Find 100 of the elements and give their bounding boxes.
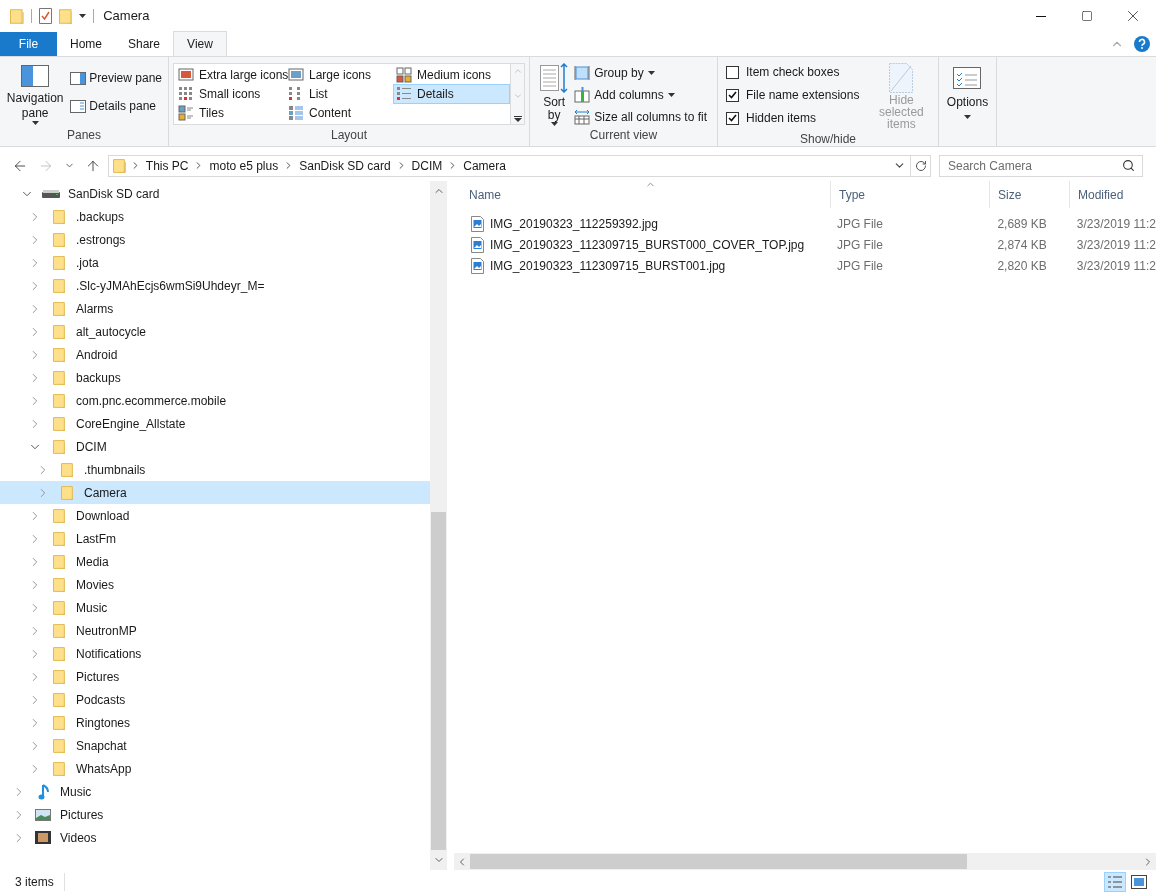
checkbox[interactable] bbox=[726, 111, 739, 125]
breadcrumb[interactable]: Camera bbox=[462, 156, 507, 175]
layout-option[interactable]: Small icons bbox=[175, 84, 285, 104]
file-modified-cell-text: 3/23/2019 11:2 bbox=[1075, 236, 1156, 254]
checkbox-option[interactable]: File name extensions bbox=[726, 86, 860, 104]
ribbon-tab[interactable]: View bbox=[173, 31, 227, 56]
fit-columns-icon bbox=[574, 109, 591, 125]
tree-item[interactable]: Snapchat bbox=[0, 734, 430, 757]
tree-item-label: Music bbox=[60, 783, 92, 801]
column-header[interactable]: Type bbox=[830, 181, 989, 208]
tree-item[interactable]: Podcasts bbox=[0, 688, 430, 711]
tree-item[interactable]: Download bbox=[0, 504, 430, 527]
properties-icon[interactable] bbox=[38, 8, 52, 24]
tree-item[interactable]: Movies bbox=[0, 573, 430, 596]
view-icon bbox=[178, 105, 194, 122]
breadcrumb[interactable]: moto e5 plus bbox=[208, 156, 280, 175]
column-header[interactable]: Size bbox=[989, 181, 1069, 208]
folder-icon bbox=[10, 7, 24, 25]
tree-item[interactable]: SanDisk SD card bbox=[0, 182, 430, 205]
column-header[interactable]: Name bbox=[461, 181, 830, 208]
ribbon-tab[interactable]: Share bbox=[115, 32, 173, 56]
tree-item[interactable]: Pictures bbox=[0, 803, 430, 826]
large-icons-view-icon bbox=[1131, 874, 1147, 889]
tree-item[interactable]: .estrongs bbox=[0, 228, 430, 251]
folder-icon bbox=[52, 346, 66, 363]
layout-option[interactable]: Medium icons bbox=[393, 65, 510, 85]
checkbox[interactable] bbox=[726, 65, 739, 79]
breadcrumb[interactable]: DCIM bbox=[410, 156, 444, 175]
tree-item[interactable]: WhatsApp bbox=[0, 757, 430, 780]
scroll-up-icon[interactable] bbox=[512, 66, 523, 76]
breadcrumb[interactable]: This PC bbox=[144, 156, 190, 175]
tree-item[interactable]: CoreEngine_Allstate bbox=[0, 412, 430, 435]
details-pane-button[interactable]: Details pane bbox=[70, 97, 162, 115]
breadcrumb[interactable]: SanDisk SD card bbox=[298, 156, 392, 175]
tree-item[interactable]: Videos bbox=[0, 826, 430, 849]
expand-gallery-icon[interactable] bbox=[513, 116, 522, 122]
tree-item-label: Download bbox=[76, 507, 130, 525]
tree-item[interactable]: .backups bbox=[0, 205, 430, 228]
caret-icon bbox=[667, 93, 675, 97]
view-icon bbox=[288, 66, 304, 83]
tree-item[interactable]: LastFm bbox=[0, 527, 430, 550]
column-header[interactable]: Modified bbox=[1069, 181, 1156, 208]
file-name-cell[interactable]: IMG_20190323_112309715_BURST000_COVER_TOP.jpg bbox=[461, 235, 830, 254]
tree-item[interactable]: Pictures bbox=[0, 665, 430, 688]
address-field[interactable]: This PC moto e5 plus SanDisk SD card DCIM Camera bbox=[108, 154, 931, 177]
layout-option[interactable]: Details bbox=[393, 84, 510, 104]
tree-item[interactable]: Android bbox=[0, 343, 430, 366]
tree-item[interactable]: .Slc-yJMAhEcjs6wmSi9Uhdeyr_M= bbox=[0, 274, 430, 297]
tree-item[interactable]: .jota bbox=[0, 251, 430, 274]
horizontal-scrollbar[interactable] bbox=[454, 853, 1156, 870]
layout-option[interactable]: List bbox=[285, 84, 393, 104]
tree-item[interactable]: com.pnc.ecommerce.mobile bbox=[0, 389, 430, 412]
options-icon bbox=[953, 67, 982, 89]
navigation-pane-button[interactable]: Navigation pane bbox=[6, 61, 65, 126]
tree-item[interactable]: .thumbnails bbox=[0, 458, 430, 481]
window-title: Camera bbox=[102, 7, 150, 26]
view-command-button[interactable]: Add columns bbox=[574, 87, 707, 103]
tree-item[interactable]: DCIM bbox=[0, 435, 430, 458]
options-button[interactable]: Options bbox=[946, 67, 989, 119]
tree-item[interactable]: Media bbox=[0, 550, 430, 573]
tree-item-label: WhatsApp bbox=[76, 760, 132, 778]
ribbon-tab[interactable]: Home bbox=[57, 32, 115, 56]
checkbox-option[interactable]: Item check boxes bbox=[726, 63, 860, 81]
file-type-cell-text: JPG File bbox=[835, 236, 884, 254]
help-icon[interactable] bbox=[1134, 36, 1150, 52]
view-command-button[interactable]: Group by bbox=[574, 65, 707, 81]
view-toggle-button[interactable] bbox=[1104, 871, 1126, 892]
file-name-cell[interactable]: IMG_20190323_112309715_BURST001.jpg bbox=[461, 256, 830, 275]
scrollbar-thumb[interactable] bbox=[470, 854, 967, 869]
ribbon-tab[interactable]: File bbox=[0, 32, 57, 56]
folder-icon bbox=[52, 208, 66, 225]
vertical-scrollbar[interactable] bbox=[430, 181, 447, 870]
search-icon[interactable] bbox=[1122, 158, 1135, 172]
customize-caret-icon bbox=[79, 14, 87, 18]
tree-item[interactable]: Notifications bbox=[0, 642, 430, 665]
layout-option[interactable]: Content bbox=[285, 103, 393, 123]
folder-icon bbox=[52, 277, 66, 294]
tree-item[interactable]: Music bbox=[0, 780, 430, 803]
group-label: Current view bbox=[589, 127, 658, 144]
tree-item[interactable]: Music bbox=[0, 596, 430, 619]
status-text: 3 items bbox=[0, 872, 65, 891]
layout-option[interactable]: Tiles bbox=[175, 103, 285, 123]
tree-item[interactable]: Alarms bbox=[0, 297, 430, 320]
tree-item[interactable]: Camera bbox=[0, 481, 430, 504]
tree-item[interactable]: NeutronMP bbox=[0, 619, 430, 642]
tree-item[interactable]: Ringtones bbox=[0, 711, 430, 734]
tree-item[interactable]: alt_autocycle bbox=[0, 320, 430, 343]
sort-by-button[interactable]: Sort by bbox=[540, 63, 569, 126]
scroll-down-icon[interactable] bbox=[512, 91, 523, 101]
file-name-cell[interactable]: IMG_20190323_112259392.jpg bbox=[461, 214, 830, 233]
folder-icon bbox=[52, 392, 66, 409]
checkbox[interactable] bbox=[726, 88, 739, 102]
preview-pane-button[interactable]: Preview pane bbox=[70, 69, 162, 87]
tree-item[interactable]: backups bbox=[0, 366, 430, 389]
scrollbar-thumb[interactable] bbox=[431, 512, 446, 850]
tree-item-label: alt_autocycle bbox=[76, 323, 147, 341]
view-command-button[interactable]: Size all columns to fit bbox=[574, 109, 707, 125]
group-icon bbox=[574, 65, 591, 81]
checkbox-option[interactable]: Hidden items bbox=[726, 109, 860, 127]
search-field[interactable]: Search Camera bbox=[939, 154, 1143, 177]
